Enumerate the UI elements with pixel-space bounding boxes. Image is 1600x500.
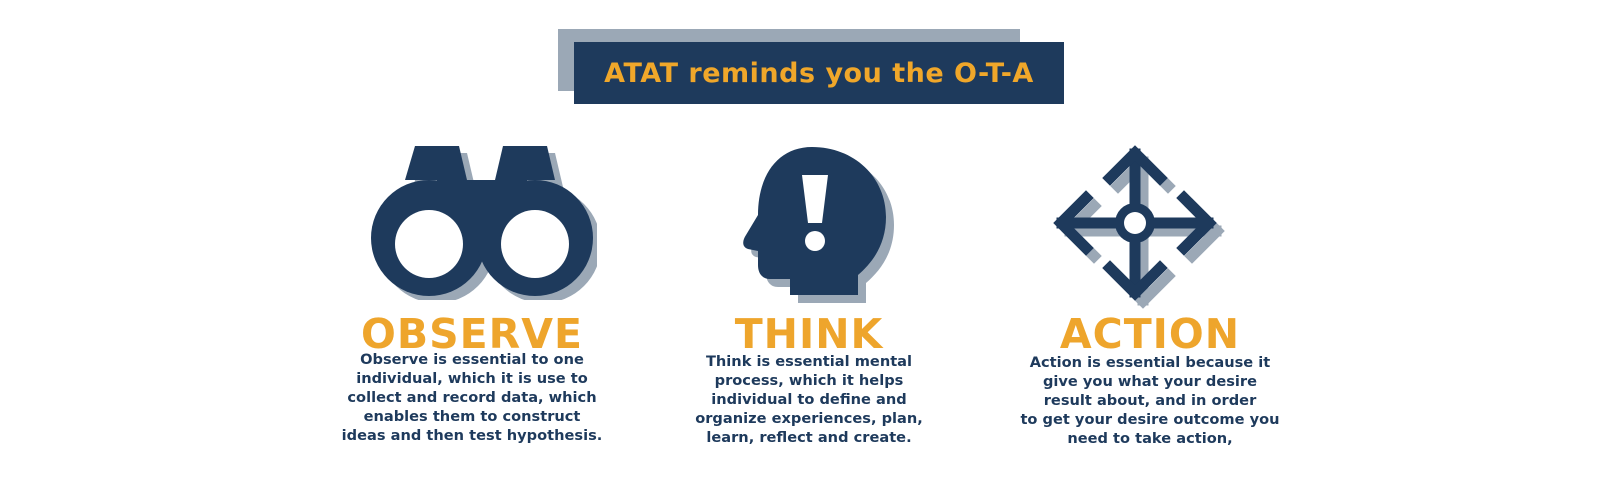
observe-line: enables them to construct bbox=[363, 408, 581, 425]
binoculars-icon bbox=[371, 146, 597, 300]
action-line: to get your desire outcome you bbox=[1020, 411, 1280, 428]
think-line: organize experiences, plan, bbox=[695, 410, 923, 427]
observe-column: OBSERVE Observe is essential to one indi… bbox=[307, 0, 637, 500]
observe-description: Observe is essential to one individual, … bbox=[307, 350, 637, 445]
action-line: Action is essential because it bbox=[1029, 354, 1271, 371]
think-description: Think is essential mental process, which… bbox=[644, 352, 974, 447]
action-description: Action is essential because it give you … bbox=[985, 353, 1315, 448]
think-line: Think is essential mental bbox=[705, 353, 913, 370]
action-line: result about, and in order bbox=[1043, 392, 1257, 409]
action-line: need to take action, bbox=[1067, 430, 1233, 447]
think-line: learn, reflect and create. bbox=[706, 429, 912, 446]
action-column: ACTION Action is essential because it gi… bbox=[985, 0, 1315, 500]
think-column: THINK Think is essential mental process,… bbox=[644, 0, 974, 500]
observe-line: individual, which it is use to bbox=[356, 370, 588, 387]
observe-heading: OBSERVE bbox=[361, 310, 583, 358]
head-exclamation-icon bbox=[743, 147, 894, 303]
think-line: individual to define and bbox=[711, 391, 907, 408]
observe-line: collect and record data, which bbox=[347, 389, 597, 406]
observe-line: ideas and then test hypothesis. bbox=[341, 427, 603, 444]
action-line: give you what your desire bbox=[1042, 373, 1258, 390]
action-heading: ACTION bbox=[1059, 310, 1241, 358]
four-way-arrows-icon bbox=[1053, 145, 1225, 309]
think-line: process, which it helps bbox=[714, 372, 904, 389]
think-heading: THINK bbox=[734, 310, 884, 358]
observe-line: Observe is essential to one bbox=[360, 351, 584, 368]
